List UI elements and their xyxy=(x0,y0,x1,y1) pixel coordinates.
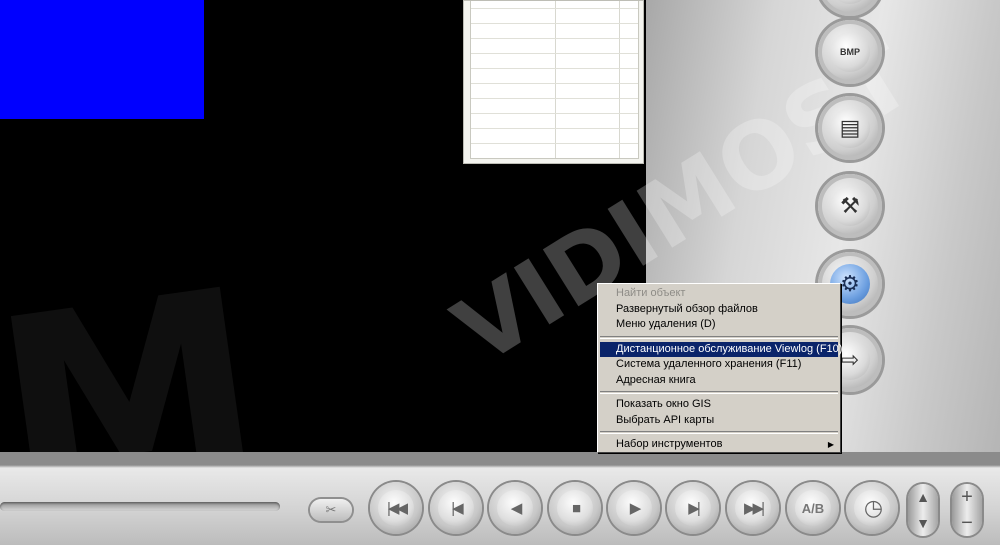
first-frame-button[interactable]: |◀◀ xyxy=(370,482,422,534)
speed-control[interactable]: ▲ ▼ xyxy=(908,484,938,536)
stop-icon: ■ xyxy=(557,490,593,526)
plus-icon[interactable]: + xyxy=(961,486,973,509)
play-icon: ▶ xyxy=(616,490,652,526)
menu-item-remote-service[interactable]: Дистанционное обслуживание Viewlog (F10) xyxy=(600,341,842,357)
cut-button[interactable]: ✂ xyxy=(310,499,352,521)
video-tile-blue[interactable] xyxy=(0,0,204,119)
top-partial-button[interactable] xyxy=(818,0,882,16)
skip-end-icon: ▶▶| xyxy=(735,490,771,526)
submenu-arrow-icon: ▶ xyxy=(827,440,834,449)
clock-button[interactable]: ◷ xyxy=(846,482,898,534)
next-icon: ▶| xyxy=(675,490,711,526)
menu-separator xyxy=(600,431,838,434)
event-list-grid[interactable] xyxy=(463,0,644,164)
printer-icon: ▤ xyxy=(830,108,870,148)
hammer-screwdriver-icon: ⚒ xyxy=(830,186,870,226)
play-button[interactable]: ▶ xyxy=(608,482,660,534)
rewind-button[interactable]: ◀ xyxy=(489,482,541,534)
arrow-up-icon[interactable]: ▲ xyxy=(916,489,930,505)
last-frame-button[interactable]: ▶▶| xyxy=(727,482,779,534)
minus-icon[interactable]: − xyxy=(961,512,973,535)
prev-icon: |◀ xyxy=(438,490,474,526)
tools-button[interactable]: ⚒ xyxy=(818,174,882,238)
menu-item-delete-menu[interactable]: Меню удаления (D) xyxy=(600,317,838,333)
menu-separator xyxy=(600,391,838,394)
video-view[interactable]: M xyxy=(0,0,646,452)
clock-icon: ◷ xyxy=(854,490,890,526)
prev-button[interactable]: |◀ xyxy=(430,482,482,534)
ab-repeat-icon: A/B xyxy=(795,490,831,526)
scissors-icon: ✂ xyxy=(325,502,337,517)
context-menu: Найти объект Развернутый обзор файлов Ме… xyxy=(597,283,842,453)
menu-separator xyxy=(600,335,838,339)
zoom-control[interactable]: + − xyxy=(952,484,982,536)
floppy-bmp-icon: BMP xyxy=(830,32,870,72)
next-button[interactable]: ▶| xyxy=(667,482,719,534)
menu-item-find-object: Найти объект xyxy=(616,287,686,299)
print-button[interactable]: ▤ xyxy=(818,96,882,160)
menu-item-address-book[interactable]: Адресная книга xyxy=(600,373,838,389)
arrow-down-icon[interactable]: ▼ xyxy=(916,515,930,531)
ab-repeat-button[interactable]: A/B xyxy=(787,482,839,534)
menu-item-show-gis[interactable]: Показать окно GIS xyxy=(600,397,838,413)
watermark: M xyxy=(0,233,279,452)
seek-slider[interactable] xyxy=(0,502,280,511)
menu-item-select-map-api[interactable]: Выбрать API карты xyxy=(600,413,838,429)
menu-item-toolset[interactable]: Набор инструментов ▶ xyxy=(600,437,838,453)
menu-item-remote-storage[interactable]: Система удаленного хранения (F11) xyxy=(600,357,838,373)
menu-item-toolset-label: Набор инструментов xyxy=(616,438,723,450)
stop-button[interactable]: ■ xyxy=(549,482,601,534)
play-back-icon: ◀ xyxy=(497,490,533,526)
skip-start-icon: |◀◀ xyxy=(378,490,414,526)
menu-item-expanded-file-view[interactable]: Развернутый обзор файлов xyxy=(600,302,838,318)
bmp-snapshot-button[interactable]: BMP xyxy=(818,20,882,84)
